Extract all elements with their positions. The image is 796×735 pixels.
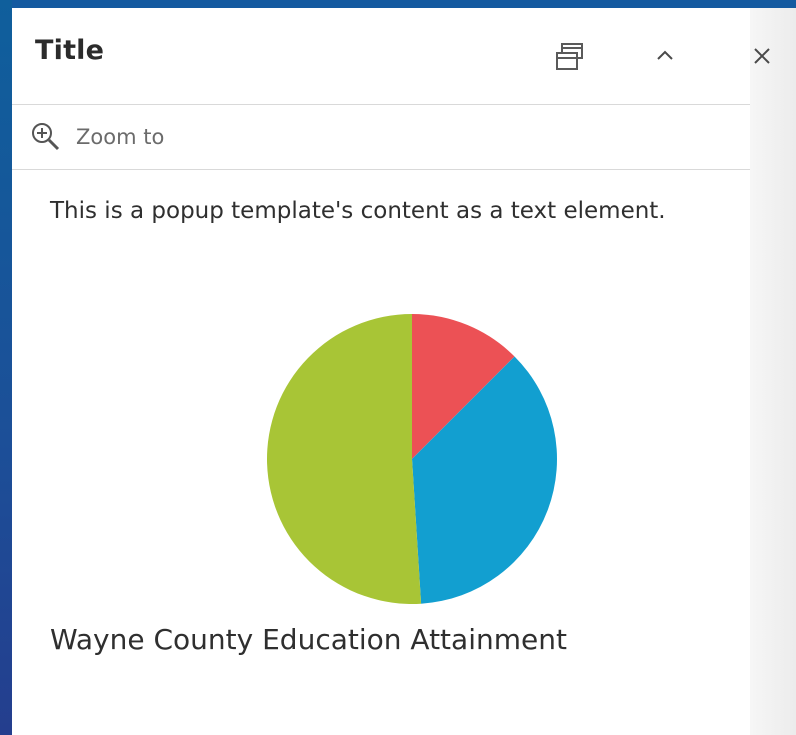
popup-header: Title — [12, 8, 770, 105]
dock-icon — [556, 43, 583, 70]
popup-title: Title — [35, 35, 105, 66]
zoom-to-button[interactable]: Zoom to — [30, 121, 164, 153]
zoom-in-icon — [32, 123, 60, 151]
collapse-button[interactable] — [647, 38, 683, 74]
dock-button[interactable] — [552, 38, 588, 74]
popup-text-content: This is a popup template's content as a … — [50, 198, 666, 224]
chart-title: Wayne County Education Attainment — [50, 623, 567, 656]
popup-scroll-edge — [750, 8, 796, 735]
pie-chart — [262, 309, 562, 609]
close-icon — [754, 48, 770, 64]
chevron-up-icon — [657, 50, 673, 60]
map-background — [0, 0, 12, 735]
close-button[interactable] — [744, 38, 780, 74]
pie-chart-svg — [266, 314, 557, 604]
pie-slice-3 — [266, 314, 422, 604]
zoom-to-label: Zoom to — [76, 125, 165, 149]
popup-panel: Title Zoom to This is a popup template's… — [12, 8, 796, 735]
popup-actions-bar: Zoom to — [12, 105, 750, 170]
